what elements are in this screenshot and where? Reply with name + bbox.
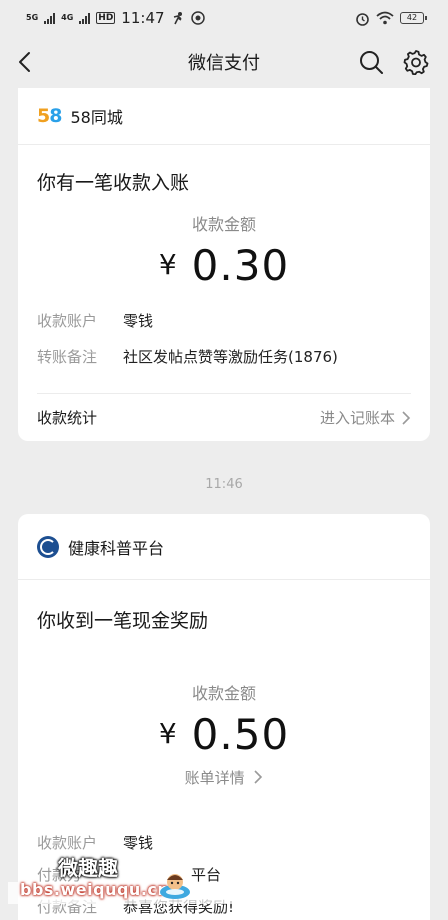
detail-key: 收款账户 — [37, 311, 98, 330]
message-timestamp: 11:46 — [205, 477, 243, 492]
health-platform-logo-icon — [37, 535, 59, 558]
detail-row-payer: 付款方 平台 — [18, 858, 430, 890]
amount-number: 0.30 — [191, 241, 290, 290]
bill-detail-label: 账单详情 — [184, 769, 245, 787]
merchant-name: 健康科普平台 — [68, 538, 165, 558]
back-arrow-icon[interactable] — [14, 50, 38, 74]
detail-key: 收款账户 — [37, 833, 98, 852]
detail-key: 付款备注 — [37, 897, 98, 916]
amount-label: 收款金额 — [191, 215, 256, 234]
detail-value: 社区发帖点赞等激励任务(1876) — [123, 347, 338, 366]
status-left: 5G 4G HD 11:47 — [26, 9, 205, 27]
status-right: 42 — [355, 11, 427, 26]
detail-key: 付款方 — [37, 865, 83, 884]
search-icon[interactable] — [358, 49, 384, 75]
detail-value: 零钱 — [123, 833, 154, 852]
status-time: 11:47 — [121, 9, 165, 27]
network-5g-label: 5G — [26, 13, 39, 22]
card-header: 健康科普平台 — [18, 514, 430, 580]
wifi-icon — [376, 11, 394, 25]
detail-row-account: 收款账户 零钱 — [18, 302, 430, 338]
detail-value: 平台 — [191, 865, 222, 884]
amount-value: ¥0.50 — [18, 710, 430, 759]
network-4g-label: 4G — [61, 13, 74, 22]
figure-icon — [173, 12, 182, 25]
detail-row-remark: 转账备注 社区发帖点赞等激励任务(1876) — [18, 338, 430, 374]
gear-icon[interactable] — [403, 49, 429, 75]
notice-title: 你有一笔收款入账 — [37, 172, 190, 194]
card-header: 58 58同城 — [18, 88, 430, 145]
signal-icon-2 — [79, 12, 91, 24]
chevron-right-icon — [402, 410, 411, 425]
ledger-link[interactable]: 进入记账本 — [320, 407, 411, 428]
header: 微信支付 — [0, 36, 448, 88]
battery-icon: 42 — [400, 12, 427, 24]
chevron-right-icon — [254, 770, 263, 784]
status-bar: 5G 4G HD 11:47 42 — [0, 0, 448, 36]
notice-title: 你收到一笔现金奖励 — [37, 610, 209, 632]
bill-detail-link[interactable]: 账单详情 — [18, 767, 430, 788]
currency-symbol: ¥ — [158, 717, 178, 750]
signal-icon — [44, 12, 56, 24]
alarm-icon — [356, 12, 369, 26]
amount-label: 收款金额 — [191, 684, 256, 703]
card-footer[interactable]: 收款统计 进入记账本 — [37, 393, 411, 441]
footer-label: 收款统计 — [37, 409, 98, 427]
amount-value: ¥0.30 — [18, 241, 430, 290]
merchant-name: 58同城 — [70, 108, 123, 127]
58-logo-icon: 58 — [37, 105, 62, 127]
ledger-link-label: 进入记账本 — [319, 409, 395, 427]
detail-value: 零钱 — [123, 311, 154, 330]
detail-key: 转账备注 — [37, 347, 98, 366]
hd-badge: HD — [96, 12, 116, 24]
payment-card-health[interactable]: 健康科普平台 你收到一笔现金奖励 收款金额 ¥0.50 账单详情 收款账户 零钱… — [18, 514, 430, 920]
app-notification-icon — [190, 11, 205, 25]
detail-value: 恭喜您获得奖励! — [123, 897, 235, 916]
amount-number: 0.50 — [191, 710, 290, 759]
page-title: 微信支付 — [188, 53, 260, 74]
payment-card-58[interactable]: 58 58同城 你有一笔收款入账 收款金额 ¥0.30 收款账户 零钱 转账备注… — [18, 88, 430, 441]
currency-symbol: ¥ — [158, 248, 178, 281]
detail-row-account: 收款账户 零钱 — [18, 826, 430, 858]
detail-row-remark: 付款备注 恭喜您获得奖励! — [18, 890, 430, 920]
